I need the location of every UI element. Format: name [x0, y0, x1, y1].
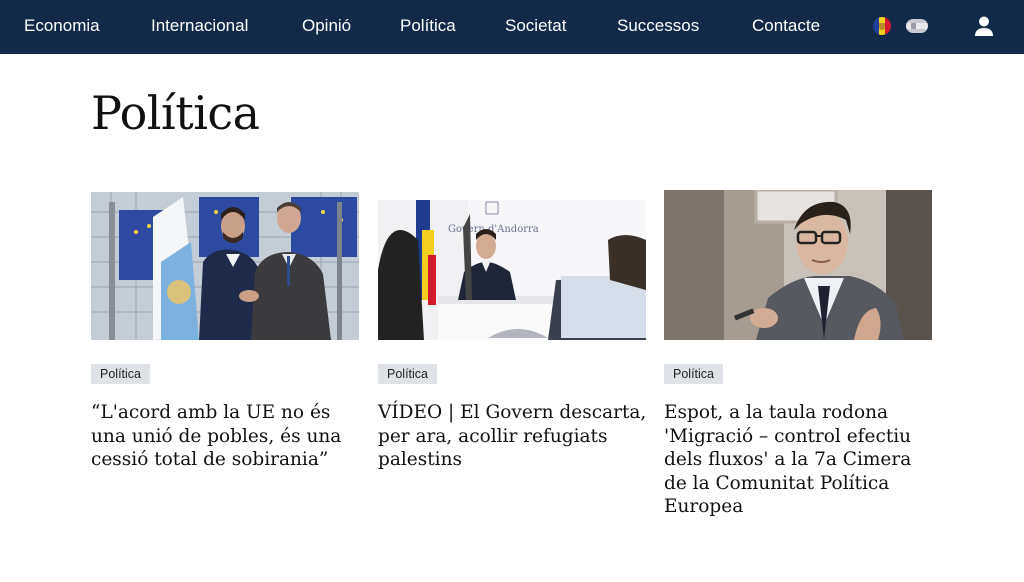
nav-item-opinio[interactable]: Opinió — [302, 0, 351, 54]
nav-item-politica[interactable]: Política — [400, 0, 456, 54]
category-tag[interactable]: Política — [664, 364, 723, 384]
nav-item-economia[interactable]: Economia — [24, 0, 100, 54]
article-image[interactable] — [664, 190, 932, 340]
article-image[interactable] — [91, 192, 359, 340]
article-headline[interactable]: VÍDEO | El Govern descarta, per ara, aco… — [378, 401, 652, 472]
nav-item-successos[interactable]: Successos — [617, 0, 699, 54]
nav-item-internacional[interactable]: Internacional — [151, 0, 248, 54]
nav-item-contacte[interactable]: Contacte — [752, 0, 820, 54]
spanish-flag-icon[interactable] — [906, 19, 928, 33]
andorra-flag-icon[interactable] — [873, 17, 891, 35]
top-navigation: Economia Internacional Opinió Política S… — [0, 0, 1024, 54]
category-tag[interactable]: Política — [378, 364, 437, 384]
nav-item-societat[interactable]: Societat — [505, 0, 566, 54]
page-title: Política — [91, 86, 260, 140]
article-headline[interactable]: “L'acord amb la UE no és una unió de pob… — [91, 401, 365, 472]
category-tag[interactable]: Política — [91, 364, 150, 384]
user-icon[interactable] — [973, 15, 995, 37]
article-headline[interactable]: Espot, a la taula rodona 'Migració – con… — [664, 401, 938, 519]
article-image[interactable]: Govern d'Andorra — [378, 200, 646, 340]
